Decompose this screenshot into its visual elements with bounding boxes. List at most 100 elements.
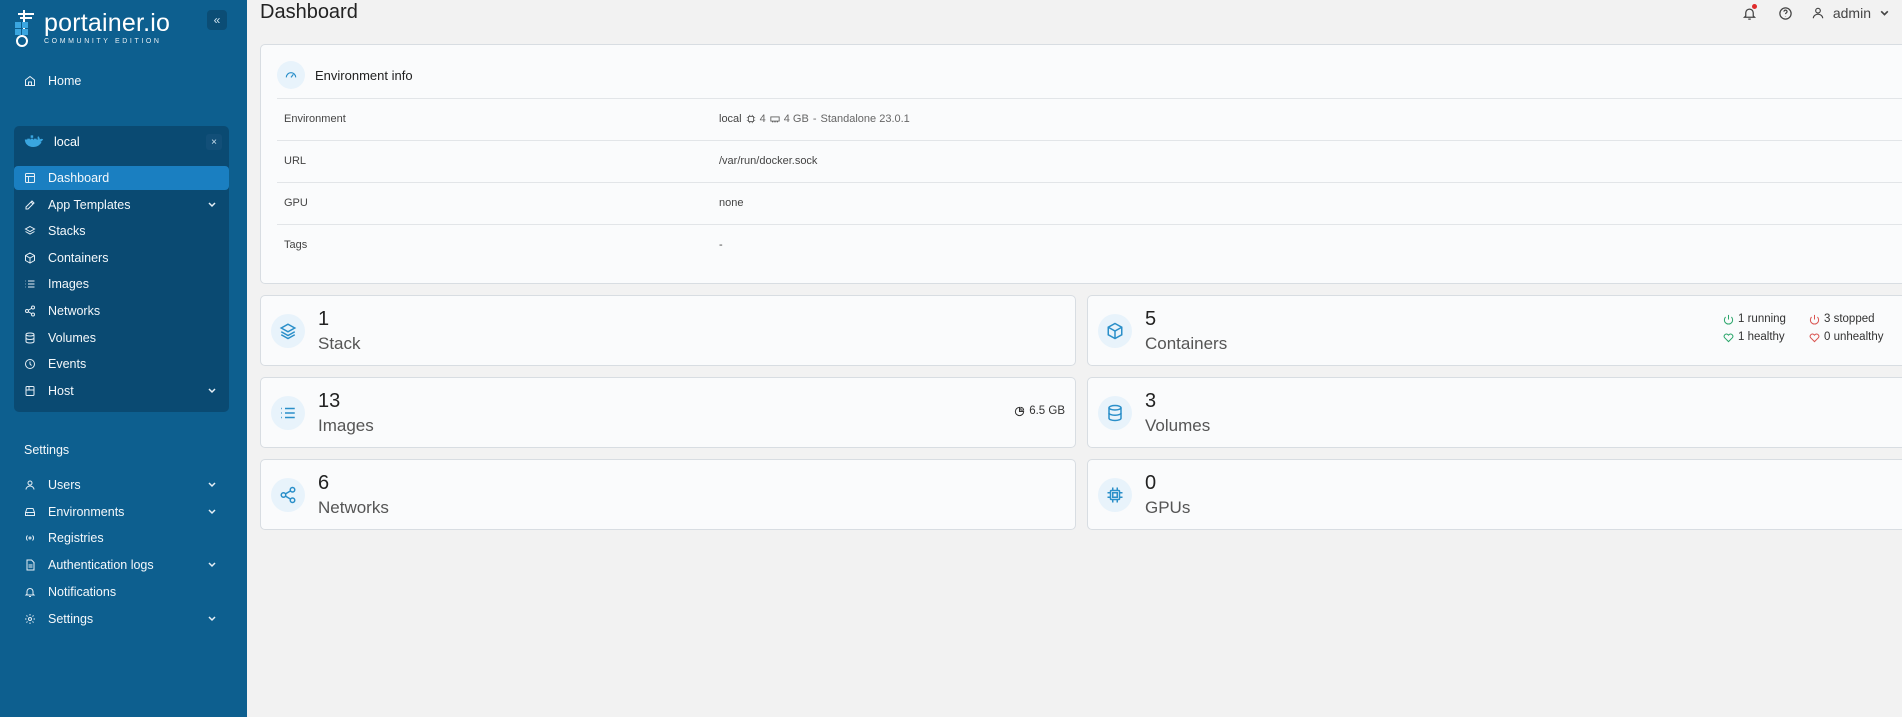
sidebar-item-label: Notifications bbox=[48, 585, 117, 599]
docker-icon bbox=[24, 135, 44, 147]
sidebar-item-registries[interactable]: Registries bbox=[14, 526, 229, 550]
username: admin bbox=[1832, 5, 1871, 21]
environment-name: local bbox=[54, 135, 80, 149]
images-size-value: 6.5 GB bbox=[1029, 405, 1065, 417]
cpu-count: 4 bbox=[759, 113, 766, 125]
stopped-count: 3 stopped bbox=[1824, 313, 1875, 325]
gpus-card[interactable]: 0 GPUs bbox=[1087, 459, 1902, 530]
help-button[interactable] bbox=[1775, 2, 1797, 24]
sidebar-item-home[interactable]: Home bbox=[14, 69, 229, 93]
environment-info-header: Environment info bbox=[277, 61, 413, 89]
sidebar-item-label: Events bbox=[48, 357, 87, 371]
stopped-status: 3 stopped bbox=[1809, 313, 1875, 325]
sidebar: portainer.io COMMUNITY EDITION « Home lo… bbox=[0, 0, 247, 717]
environment-info-card: Environment info Environment local 4 4 G… bbox=[260, 44, 1902, 284]
memory-size: 4 GB bbox=[783, 113, 809, 125]
pie-chart-icon bbox=[1015, 406, 1025, 416]
sidebar-item-label: Containers bbox=[48, 251, 109, 265]
sidebar-item-label: Registries bbox=[48, 531, 104, 545]
sidebar-item-dashboard[interactable]: Dashboard bbox=[14, 166, 229, 190]
env-row-tags: Tags - bbox=[277, 224, 1902, 266]
page-title: Dashboard bbox=[260, 1, 358, 23]
settings-section-label: Settings bbox=[24, 443, 70, 457]
sidebar-item-images[interactable]: Images bbox=[14, 272, 229, 296]
sidebar-item-label: App Templates bbox=[48, 198, 131, 212]
sidebar-item-label: Images bbox=[48, 277, 89, 291]
help-icon bbox=[1779, 6, 1793, 20]
env-row-key: Tags bbox=[284, 239, 308, 251]
sidebar-item-label: Settings bbox=[48, 612, 94, 626]
share-icon bbox=[271, 478, 305, 512]
sidebar-item-app-templates[interactable]: App Templates bbox=[14, 193, 229, 217]
volumes-card[interactable]: 3 Volumes bbox=[1087, 377, 1902, 448]
stacks-card[interactable]: 1 Stack bbox=[260, 295, 1076, 366]
collapse-sidebar-button[interactable]: « bbox=[207, 10, 227, 30]
close-environment-button[interactable]: × bbox=[206, 134, 222, 150]
env-row-environment: Environment local 4 4 GB - Standalone 23… bbox=[277, 98, 1902, 140]
stacks-count: 1 bbox=[318, 308, 330, 330]
networks-label: Networks bbox=[318, 498, 389, 517]
share-icon bbox=[22, 303, 38, 319]
sidebar-item-host[interactable]: Host bbox=[14, 379, 229, 403]
sidebar-item-label: Volumes bbox=[48, 331, 96, 345]
sidebar-item-stacks[interactable]: Stacks bbox=[14, 219, 229, 243]
chevron-down-icon bbox=[208, 616, 216, 622]
stacks-label: Stack bbox=[318, 334, 361, 353]
env-row-key: GPU bbox=[284, 197, 308, 209]
server-icon bbox=[22, 383, 38, 399]
env-row-value: /var/run/docker.sock bbox=[719, 155, 818, 167]
chevron-down-icon bbox=[1880, 10, 1889, 16]
networks-card[interactable]: 6 Networks bbox=[260, 459, 1076, 530]
user-menu[interactable]: admin bbox=[1811, 5, 1890, 21]
dashboard-icon bbox=[22, 170, 38, 186]
sidebar-item-users[interactable]: Users bbox=[14, 473, 229, 497]
separator: - bbox=[812, 113, 817, 125]
containers-card[interactable]: 5 Containers 1 running 3 stopped 1 healt… bbox=[1087, 295, 1902, 366]
user-icon bbox=[22, 477, 38, 493]
box-icon bbox=[22, 250, 38, 266]
chevron-down-icon bbox=[208, 562, 216, 568]
unhealthy-count: 0 unhealthy bbox=[1824, 331, 1884, 343]
env-row-gpu: GPU none bbox=[277, 182, 1902, 224]
running-count: 1 running bbox=[1738, 313, 1786, 325]
home-icon bbox=[22, 73, 38, 89]
healthy-status: 1 healthy bbox=[1723, 331, 1785, 343]
layers-icon bbox=[22, 223, 38, 239]
database-icon bbox=[1098, 396, 1132, 430]
containers-label: Containers bbox=[1145, 334, 1228, 353]
containers-count: 5 bbox=[1145, 308, 1157, 330]
sidebar-item-settings[interactable]: Settings bbox=[14, 607, 229, 631]
radio-icon bbox=[22, 530, 38, 546]
environment-info-title: Environment info bbox=[315, 67, 413, 83]
power-icon bbox=[1723, 314, 1734, 325]
sidebar-item-notifications[interactable]: Notifications bbox=[14, 580, 229, 604]
volumes-label: Volumes bbox=[1145, 416, 1211, 435]
chevron-down-icon bbox=[208, 202, 216, 208]
networks-count: 6 bbox=[318, 472, 330, 494]
sidebar-item-containers[interactable]: Containers bbox=[14, 246, 229, 270]
env-row-value: - bbox=[719, 239, 723, 251]
images-size: 6.5 GB bbox=[1014, 405, 1065, 417]
sidebar-item-label: Home bbox=[48, 74, 82, 88]
sidebar-item-events[interactable]: Events bbox=[14, 352, 229, 376]
layers-icon bbox=[271, 314, 305, 348]
power-icon bbox=[1809, 314, 1820, 325]
edit-icon bbox=[22, 197, 38, 213]
portainer-logo[interactable]: portainer.io COMMUNITY EDITION bbox=[12, 6, 170, 50]
volumes-count: 3 bbox=[1145, 390, 1157, 412]
heart-icon bbox=[1809, 333, 1820, 342]
brand-name: portainer.io bbox=[44, 9, 171, 37]
sidebar-item-volumes[interactable]: Volumes bbox=[14, 326, 229, 350]
sidebar-item-networks[interactable]: Networks bbox=[14, 299, 229, 323]
environment-header[interactable]: local bbox=[14, 128, 229, 156]
user-icon bbox=[1812, 7, 1824, 19]
sidebar-item-environments[interactable]: Environments bbox=[14, 500, 229, 524]
sidebar-item-label: Authentication logs bbox=[48, 558, 154, 572]
images-card[interactable]: 13 Images 6.5 GB bbox=[260, 377, 1076, 448]
sidebar-item-authentication-logs[interactable]: Authentication logs bbox=[14, 553, 229, 577]
notifications-button[interactable] bbox=[1739, 2, 1761, 24]
bell-icon bbox=[22, 584, 38, 600]
chevron-down-icon bbox=[208, 388, 216, 394]
chevron-down-icon bbox=[208, 482, 216, 488]
engine-version: Standalone 23.0.1 bbox=[820, 113, 910, 125]
